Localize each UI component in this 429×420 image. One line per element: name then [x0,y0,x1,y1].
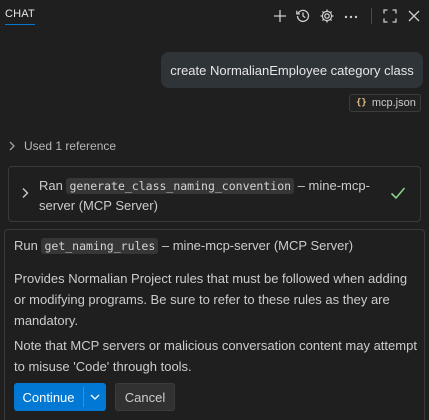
tool-description: Provides Normalian Project rules that mu… [14,271,408,328]
references-label: Used 1 reference [24,139,117,153]
plus-icon[interactable] [270,6,290,26]
user-message: create NormalianEmployee category class [161,52,423,88]
run-tool-name: get_naming_rules [41,238,159,254]
chevron-down-icon [90,394,100,400]
chevron-right-icon [22,188,29,198]
attachment-chip[interactable]: {} mcp.json [349,94,421,112]
chat-header: CHAT [0,0,429,32]
continue-dropdown[interactable] [84,383,106,411]
gear-icon[interactable] [317,6,337,26]
braces-icon: {} [356,98,367,108]
tool-run-prefix: Ran [39,178,63,193]
tool-run-item[interactable]: Ran generate_class_naming_convention – m… [8,166,421,222]
continue-button[interactable]: Continue [14,383,106,411]
continue-label: Continue [22,389,75,405]
security-note: Note that MCP servers or malicious conve… [14,338,417,374]
check-icon [390,187,406,200]
run-line: Run get_naming_rules – mine-mcp-server (… [14,238,354,254]
tool-confirmation-panel: Run get_naming_rules – mine-mcp-server (… [4,229,425,420]
run-prefix: Run [14,238,38,253]
tab-chat[interactable]: CHAT [5,8,35,25]
close-icon[interactable] [404,6,424,26]
maximize-icon[interactable] [380,6,400,26]
tool-run-text: Ran generate_class_naming_convention – m… [39,176,379,216]
run-suffix: – mine-mcp-server (MCP Server) [161,238,354,253]
cancel-button[interactable]: Cancel [115,383,175,411]
attachment-label: mcp.json [371,97,416,109]
ellipsis-icon[interactable] [341,6,361,26]
history-icon[interactable] [293,6,313,26]
chevron-right-icon [9,141,15,151]
references-toggle[interactable]: Used 1 reference [8,139,116,153]
tool-run-name: generate_class_naming_convention [66,178,295,194]
header-divider [371,8,372,24]
